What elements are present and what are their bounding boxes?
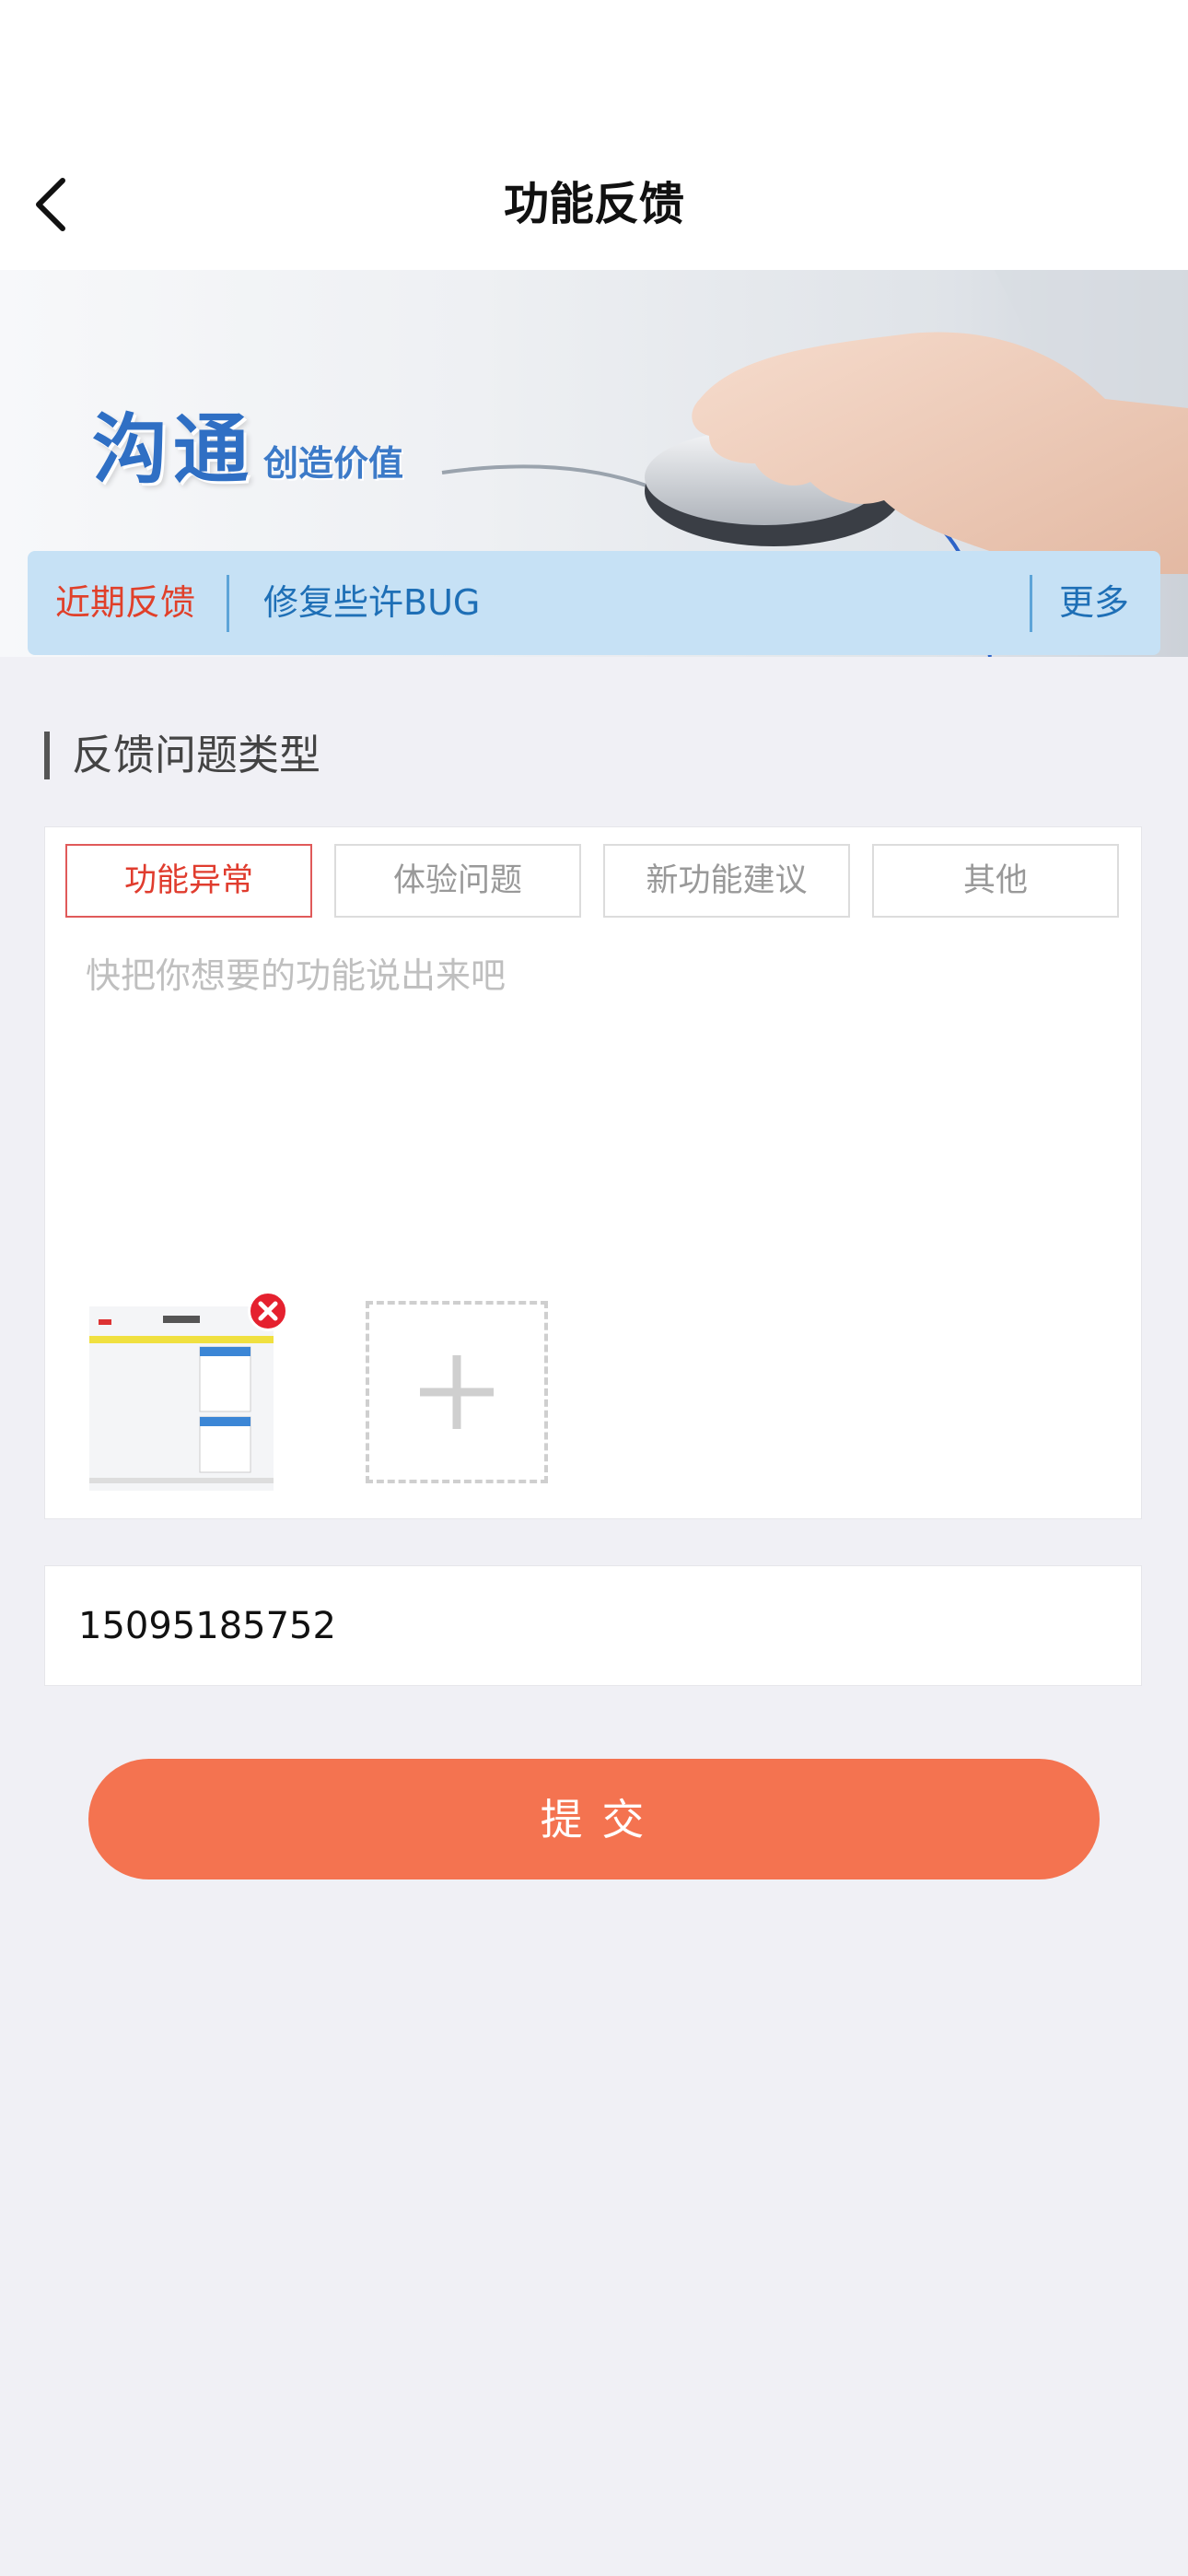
- section-title-text: 反馈问题类型: [72, 731, 321, 779]
- logo-main-text: 沟通: [92, 406, 255, 494]
- status-bar: [0, 0, 1188, 138]
- divider: [227, 575, 229, 632]
- banner-logo: 沟通 创造价值: [92, 388, 403, 498]
- phone-input[interactable]: [78, 1566, 1091, 1685]
- recent-feedback-label: 近期反馈: [55, 582, 196, 623]
- screenshot-preview-image: [89, 1306, 274, 1491]
- tab-other[interactable]: 其他: [872, 844, 1119, 918]
- tab-feature-suggestion[interactable]: 新功能建议: [603, 844, 850, 918]
- more-link[interactable]: 更多: [1059, 551, 1129, 655]
- recent-feedback-text[interactable]: 修复些许BUG: [263, 551, 480, 655]
- feedback-form: 功能异常 体验问题 新功能建议 其他: [44, 826, 1142, 1519]
- tab-experience-issue[interactable]: 体验问题: [334, 844, 581, 918]
- contact-card: [44, 1565, 1142, 1686]
- remove-image-button[interactable]: [248, 1291, 288, 1331]
- attached-screenshot-thumbnail[interactable]: [89, 1306, 274, 1491]
- tab-function-error[interactable]: 功能异常: [65, 844, 312, 918]
- divider: [1030, 575, 1032, 632]
- submit-button[interactable]: 提 交: [88, 1759, 1100, 1879]
- page-title: 功能反馈: [503, 178, 684, 230]
- nav-bar: 功能反馈: [0, 138, 1188, 270]
- add-image-button[interactable]: [366, 1301, 548, 1483]
- recent-feedback-bar: 近期反馈 修复些许BUG 更多: [28, 551, 1160, 655]
- section-marker: [44, 732, 50, 779]
- logo-sub-text: 创造价值: [263, 443, 404, 484]
- plus-icon: [420, 1355, 494, 1429]
- close-icon: [258, 1301, 278, 1321]
- feedback-textarea[interactable]: [86, 947, 1099, 1159]
